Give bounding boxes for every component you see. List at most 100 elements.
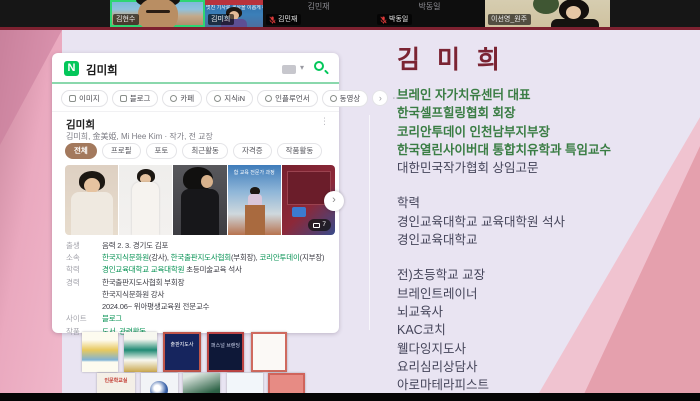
tab-license[interactable]: 자격증 (233, 143, 272, 159)
tab-all[interactable]: 전체 (65, 143, 97, 159)
naver-search-panel: N 김미희 ▾ 이미지 블로그 카페 지식iN 인플루언서 동영상 › ⋯ 김미… (52, 53, 339, 333)
role-line: 요리심리상담사 (397, 358, 697, 376)
influencer-icon (265, 95, 272, 102)
filter-cafe[interactable]: 카페 (162, 90, 202, 107)
profile-photo-3[interactable] (173, 165, 226, 235)
participant-center-name: 김민재 (263, 1, 374, 12)
profile-photo-4[interactable]: 합 교육 전문가 과정 (228, 165, 281, 235)
education-line: 경인교육대학교 교육대학원 석사 (397, 213, 697, 231)
profile-photo-1[interactable] (65, 165, 118, 235)
participant-center-name: 박동일 (374, 1, 485, 12)
info-row-career-3: 2024.06~ 위아평생교육원 전문교수 (66, 300, 328, 312)
education-line: 경인교육대학교 (397, 231, 697, 249)
search-bar: N 김미희 ▾ (52, 53, 339, 83)
blog-icon (120, 95, 127, 102)
school-link[interactable]: 경인교육대학교 교육대학원 (102, 265, 184, 274)
bottom-black-bar (0, 393, 700, 401)
slide-title: 김 미 희 (397, 40, 505, 76)
info-row-birth: 출생 음력 2. 3. 경기도 김포 (66, 239, 328, 251)
role-line: 웰다잉지도사 (397, 340, 697, 358)
role-line: 브레인트레이너 (397, 285, 697, 303)
affiliation-link[interactable]: 한국출판지도사협회 (171, 253, 231, 262)
affiliation-link[interactable]: 코리안투데이 (259, 253, 299, 262)
muted-mic-icon (269, 16, 276, 24)
tab-recent[interactable]: 최근활동 (182, 143, 228, 159)
profile-name[interactable]: 김미희 (66, 117, 95, 132)
book-cover[interactable]: 퍼스널 브랜딩 (207, 332, 244, 372)
credential-line: 한국셀프힐링협회 회장 (397, 104, 697, 122)
role-line: KAC코치 (397, 321, 697, 339)
slide-credentials: 브레인 자가치유센터 대표 한국셀프힐링협회 회장 코리안투데이 인천남부지부장… (397, 86, 697, 393)
profile-photo-strip: 합 교육 전문가 과정 7 (65, 165, 335, 235)
profile-subtitle: 김미희, 金美姫, Mi Hee Kim · 작가, 전 교장 (66, 131, 213, 142)
education-heading: 학력 (397, 194, 697, 212)
participant-name-tag: 김현수 (113, 14, 139, 25)
profile-photo-2[interactable] (119, 165, 172, 235)
filter-blog[interactable]: 블로그 (112, 90, 159, 107)
image-icon (69, 95, 76, 102)
credential-line: 코리안투데이 인천남부지부장 (397, 123, 697, 141)
camera-icon (313, 223, 320, 228)
credential-line: 한국열린사이버대 통합치유학과 특임교수 (397, 141, 697, 159)
kin-icon (214, 95, 221, 102)
info-row-site: 사이트 블로그 (66, 313, 328, 325)
video-strip: 김현수 멋진 기사로 세상을 이롭게 해주세요! 김미희 김민재 김민재 박동일… (0, 0, 700, 27)
divider (52, 111, 339, 112)
filter-kin[interactable]: 지식iN (206, 90, 253, 107)
book-cover[interactable] (82, 332, 118, 372)
book-cover[interactable] (251, 332, 287, 372)
affiliation-link[interactable]: 한국지식문화원 (102, 253, 149, 262)
role-line: 뇌교육사 (397, 303, 697, 321)
slide-divider-line (369, 115, 370, 330)
info-row-career-2: 한국지식문화원 강사 (66, 288, 328, 300)
info-row-career: 경력 한국출판지도사협회 부회장 (66, 276, 328, 288)
participant-tile-leesunyoung[interactable]: 이선영_원주 (485, 0, 610, 27)
participant-name-tag: 김민재 (266, 14, 301, 25)
tab-works[interactable]: 작품활동 (277, 143, 323, 159)
book-cover[interactable] (227, 373, 263, 393)
naver-logo[interactable]: N (64, 61, 79, 76)
cafe-icon (170, 95, 177, 102)
profile-tabs: 전체 프로필 포토 최근활동 자격증 작품활동 (65, 143, 322, 159)
search-input[interactable]: 김미희 (86, 62, 118, 78)
filter-images[interactable]: 이미지 (61, 90, 108, 107)
search-filter-row: 이미지 블로그 카페 지식iN 인플루언서 동영상 › ⋯ (61, 89, 402, 107)
photos-next-button[interactable]: › (324, 191, 344, 211)
participant-tile-kimhyunsu[interactable]: 김현수 (110, 0, 205, 27)
credential-line: 브레인 자가치유센터 대표 (397, 86, 697, 104)
book-cover[interactable] (124, 332, 157, 372)
plant-decor (533, 0, 559, 14)
muted-mic-icon (380, 16, 387, 24)
participant-name-tag: 이선영_원주 (488, 14, 531, 25)
book-cover[interactable]: 출판지도사 (163, 332, 201, 372)
participant-name-tag: 박동일 (377, 14, 412, 25)
info-row-affiliation: 소속 한국지식문화원(강사), 한국출판지도사협회(부회장), 코리안투데이(지… (66, 251, 328, 263)
participant-tile-kimmihee[interactable]: 멋진 기사로 세상을 이롭게 해주세요! 김미희 (205, 0, 263, 27)
video-icon (330, 95, 337, 102)
photo-count-badge: 7 (308, 219, 331, 231)
profile-menu-icon[interactable]: ⋮ (320, 116, 329, 127)
tab-profile[interactable]: 프로필 (102, 143, 141, 159)
book-cover[interactable] (268, 373, 305, 393)
keyboard-icon[interactable] (282, 65, 296, 74)
filter-influencer[interactable]: 인플루언서 (257, 90, 318, 107)
filter-video[interactable]: 동영상 (322, 90, 369, 107)
info-row-education: 학력 경인교육대학교 교육대학원 초등미술교육 석사 (66, 264, 328, 276)
book-cover[interactable] (183, 373, 220, 393)
shared-screen: 김현수 멋진 기사로 세상을 이롭게 해주세요! 김미희 김민재 김민재 박동일… (0, 0, 700, 401)
search-underline (52, 82, 339, 84)
book-cover[interactable] (141, 373, 178, 393)
participant-name-tag: 김미희 (208, 14, 234, 25)
filters-next-button[interactable]: › (372, 90, 388, 106)
book-cover[interactable]: 인문학교실 (97, 373, 135, 393)
blog-link[interactable]: 블로그 (102, 314, 122, 323)
search-icon[interactable] (314, 61, 324, 71)
profile-info-list: 출생 음력 2. 3. 경기도 김포 소속 한국지식문화원(강사), 한국출판지… (66, 239, 328, 337)
tab-photo[interactable]: 포토 (146, 143, 178, 159)
chevron-down-icon[interactable]: ▾ (300, 63, 304, 72)
participant-tile-parkdongil[interactable]: 박동일 박동일 (374, 0, 485, 27)
participant-tile-kimminjae[interactable]: 김민재 김민재 (263, 0, 374, 27)
presentation-slide: N 김미희 ▾ 이미지 블로그 카페 지식iN 인플루언서 동영상 › ⋯ 김미… (0, 30, 700, 393)
role-line: 아로마테라피스트 (397, 376, 697, 393)
credential-line: 대한민국작가협회 상임고문 (397, 159, 697, 177)
